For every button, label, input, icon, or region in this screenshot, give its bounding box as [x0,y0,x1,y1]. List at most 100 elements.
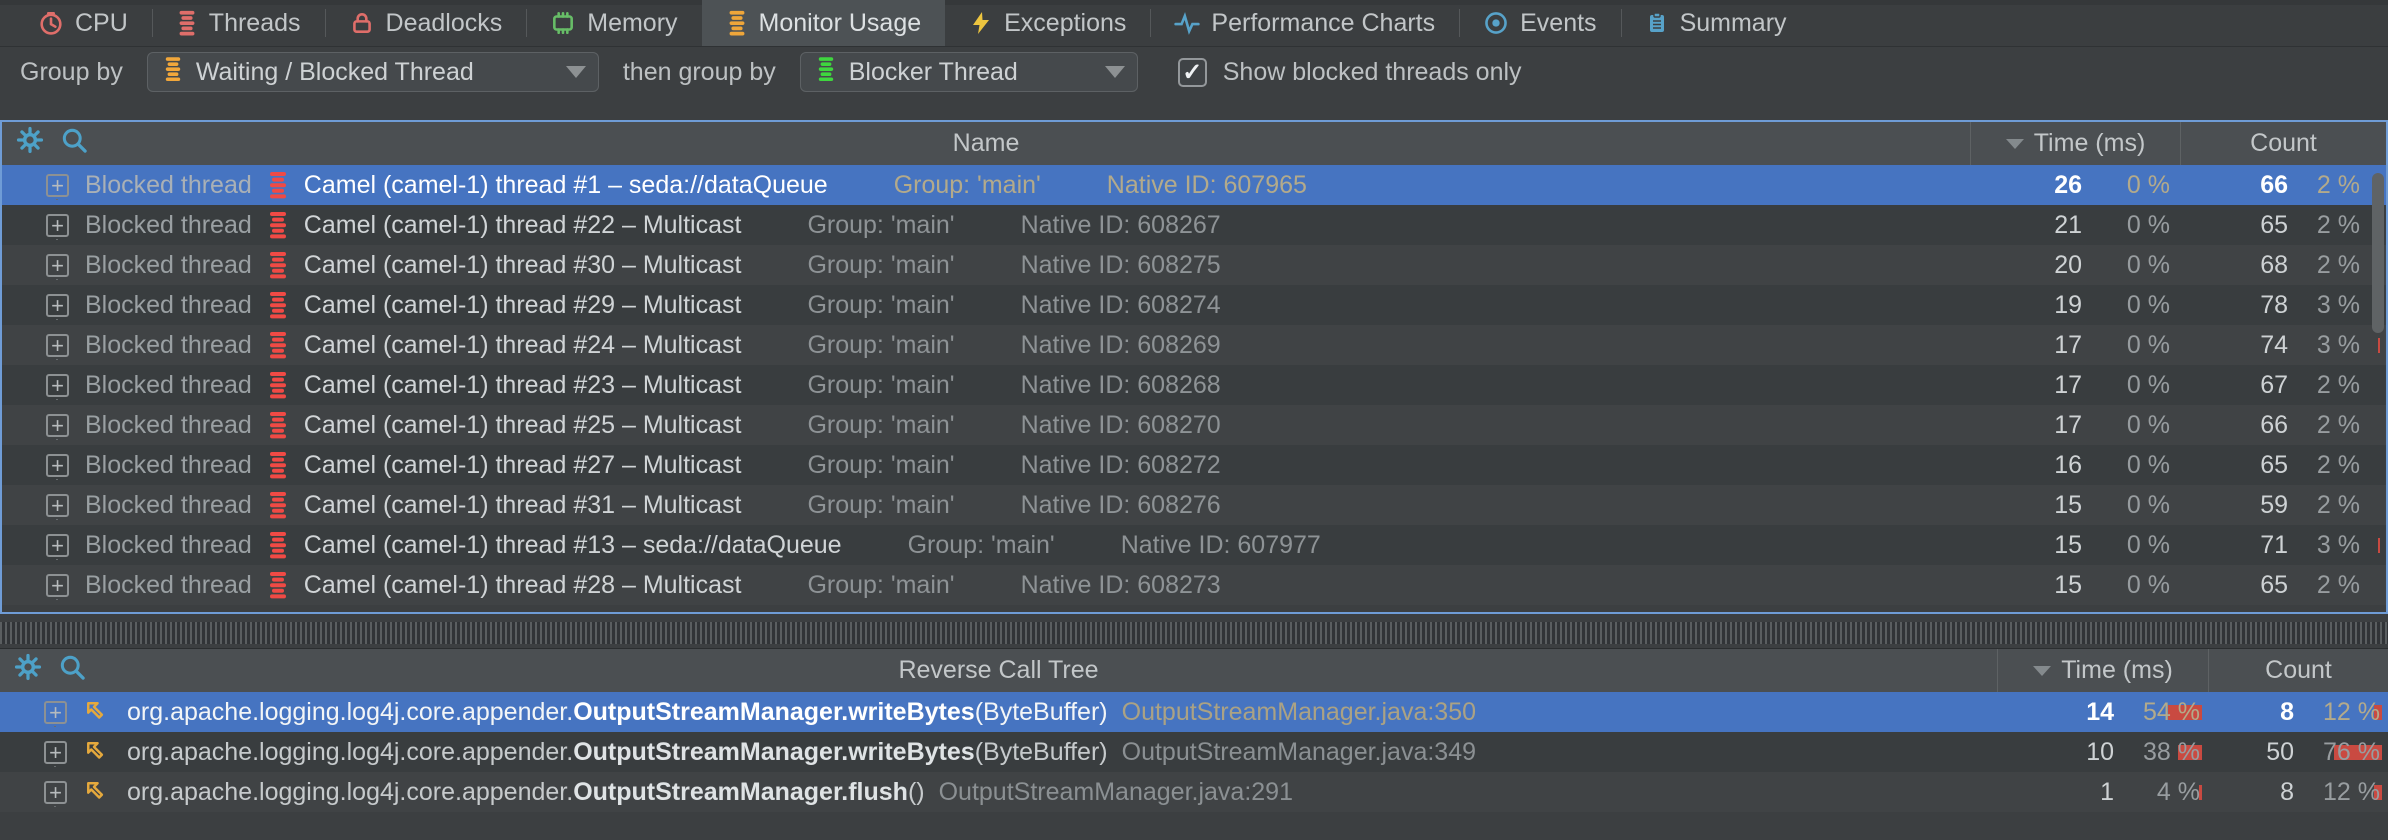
tab-events[interactable]: Events [1459,0,1620,46]
monitor-usage-icon [726,10,748,36]
thread-group: Group: 'main' [807,411,954,440]
tree-expand-icon[interactable] [44,701,67,724]
blocked-thread-row[interactable]: Blocked thread Camel (camel-1) thread #2… [2,285,2386,325]
numeric-value: 20 [1970,251,2096,280]
call-tree-row[interactable]: org.apache.logging.log4j.core.appender.O… [0,732,2388,772]
tree-expand-icon[interactable] [46,534,69,557]
thread-native-id: Native ID: 608269 [1021,331,1221,360]
thread-group: Group: 'main' [894,171,1041,200]
blocked-threads-panel: Name Time (ms) Count Blocked thread Came… [0,120,2388,614]
reverse-call-icon [83,738,111,766]
tree-expand-icon[interactable] [46,174,69,197]
lightning-icon [969,10,993,36]
scrollbar-thumb[interactable] [2372,173,2384,333]
blocked-thread-row[interactable]: Blocked thread Camel (camel-1) thread #1… [2,525,2386,565]
tab-threads[interactable]: Threads [152,0,325,46]
numeric-value: 17 [1970,371,2096,400]
blocked-thread-label: Blocked thread [85,531,252,560]
name-column-header[interactable]: Name [2,129,1970,158]
time-column-header[interactable]: Time (ms) [1997,649,2208,692]
group-by-dropdown[interactable]: Waiting / Blocked Thread [147,52,599,92]
thread-icon [268,210,288,240]
tab-exceptions[interactable]: Exceptions [945,0,1150,46]
reverse-call-tree-panel: Reverse Call Tree Time (ms) Count org.ap… [0,648,2388,840]
thread-group: Group: 'main' [807,331,954,360]
tree-expand-icon[interactable] [46,454,69,477]
clipboard-icon [1645,10,1669,36]
blocked-thread-row[interactable]: Blocked thread Camel (camel-1) thread #2… [2,565,2386,605]
tree-expand-icon[interactable] [46,214,69,237]
thread-name-cell: Blocked thread Camel (camel-1) thread #2… [2,370,1970,400]
numeric-value: 15 [1970,571,2096,600]
tree-expand-icon[interactable] [46,414,69,437]
percent-value: 0 % [2096,451,2180,480]
tree-expand-icon[interactable] [44,781,67,804]
tab-label: Threads [209,9,301,38]
then-group-by-label: then group by [623,58,776,87]
method-name: OutputStreamManager.flush [573,778,908,807]
call-tree-row[interactable]: org.apache.logging.log4j.core.appender.O… [0,772,2388,812]
show-blocked-threads-checkbox[interactable]: ✓ [1178,58,1207,87]
tree-expand-icon[interactable] [46,574,69,597]
method-name: OutputStreamManager.writeBytes [573,738,975,767]
blocked-thread-row[interactable]: Blocked thread Camel (camel-1) thread #2… [2,325,2386,365]
tree-expand-icon[interactable] [46,494,69,517]
thread-name-cell: Blocked thread Camel (camel-1) thread #2… [2,210,1970,240]
thread-group: Group: 'main' [807,571,954,600]
thread-native-id: Native ID: 607965 [1107,171,1307,200]
tab-performance-charts[interactable]: Performance Charts [1150,0,1459,46]
search-icon[interactable] [58,653,86,688]
panel-splitter[interactable] [0,617,2388,648]
numeric-value: 65 [2180,571,2302,600]
source-location: OutputStreamManager.java:291 [939,778,1293,807]
count-column-header[interactable]: Count [2208,649,2388,692]
numeric-value: 19 [1970,291,2096,320]
then-group-by-dropdown[interactable]: Blocker Thread [800,52,1138,92]
blocked-thread-label: Blocked thread [85,291,252,320]
pulse-icon [1174,10,1200,36]
percent-value: 0 % [2096,571,2180,600]
blocked-thread-label: Blocked thread [85,371,252,400]
method-name-cell: org.apache.logging.log4j.core.appender.O… [0,778,1997,807]
tab-memory[interactable]: Memory [526,0,701,46]
numeric-value: 8 [2208,698,2308,727]
method-args: (ByteBuffer) [975,738,1108,767]
tree-expand-icon[interactable] [46,334,69,357]
tab-cpu[interactable]: CPU [14,0,152,46]
vertical-scrollbar[interactable] [2370,167,2385,610]
blocked-thread-row[interactable]: Blocked thread Camel (camel-1) thread #2… [2,365,2386,405]
search-icon[interactable] [60,126,88,161]
thread-name: Camel (camel-1) thread #24 – Multicast [304,331,742,360]
numeric-value: 14 [1997,698,2128,727]
tab-summary[interactable]: Summary [1621,0,1811,46]
percent-value: 0 % [2096,211,2180,240]
thread-name: Camel (camel-1) thread #13 – seda://data… [304,531,842,560]
settings-gear-icon[interactable] [14,653,42,688]
tab-monitor-usage[interactable]: Monitor Usage [702,0,946,46]
blocked-thread-row[interactable]: Blocked thread Camel (camel-1) thread #2… [2,445,2386,485]
tab-deadlocks[interactable]: Deadlocks [325,0,527,46]
blocked-thread-row[interactable]: Blocked thread Camel (camel-1) thread #3… [2,485,2386,525]
tree-expand-icon[interactable] [46,294,69,317]
blocked-thread-row[interactable]: Blocked thread Camel (camel-1) thread #1… [2,165,2386,205]
count-column-header[interactable]: Count [2180,122,2386,165]
time-column-header[interactable]: Time (ms) [1970,122,2180,165]
numeric-value: 66 [2180,171,2302,200]
blocked-thread-row[interactable]: Blocked thread Camel (camel-1) thread #3… [2,245,2386,285]
reverse-call-tree-column-header[interactable]: Reverse Call Tree [0,656,1997,685]
numeric-value: 17 [1970,411,2096,440]
blocker-thread-stack-icon [817,56,835,89]
call-tree-row[interactable]: org.apache.logging.log4j.core.appender.O… [0,692,2388,732]
call-tree-table-header: Reverse Call Tree Time (ms) Count [0,649,2388,692]
numeric-value: 71 [2180,531,2302,560]
show-blocked-threads-only-option[interactable]: ✓ Show blocked threads only [1178,58,1522,87]
tree-expand-icon[interactable] [46,374,69,397]
blocked-thread-row[interactable]: Blocked thread Camel (camel-1) thread #2… [2,405,2386,445]
settings-gear-icon[interactable] [16,126,44,161]
tree-expand-icon[interactable] [46,254,69,277]
numeric-value: 26 [1970,171,2096,200]
blocked-thread-row[interactable]: Blocked thread Camel (camel-1) thread #2… [2,205,2386,245]
tree-expand-icon[interactable] [44,741,67,764]
percent-value: 0 % [2096,171,2180,200]
thread-name-cell: Blocked thread Camel (camel-1) thread #2… [2,450,1970,480]
